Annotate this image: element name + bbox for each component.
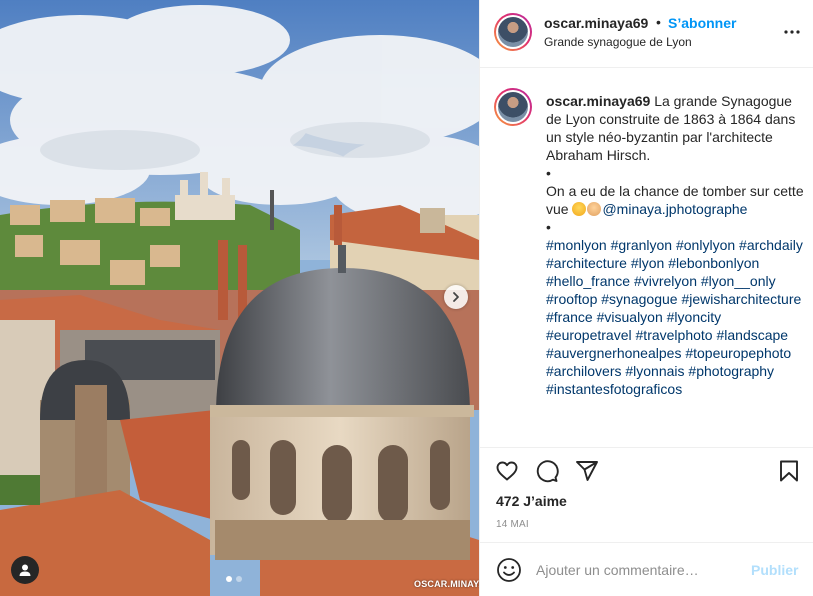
photo-watermark: OSCAR.MINAYA [414,579,479,589]
action-bar [480,458,813,488]
hashtag-link[interactable]: #auvergnerhonealpes [546,345,681,361]
publish-button[interactable]: Publier [751,562,798,578]
chevron-right-icon [453,292,459,302]
carousel-dot-active [226,576,232,582]
heart-icon [496,461,518,481]
hashtag-link[interactable]: #instantesfotograficos [546,381,682,397]
bookmark-icon [780,460,798,482]
hashtag-link[interactable]: #hello_france [546,273,630,289]
hashtag-link[interactable]: #lyon__only [701,273,776,289]
comment-icon [536,460,559,483]
hashtag-link[interactable]: #archdaily [739,237,803,253]
relieved-face-emoji-icon [572,202,587,216]
save-button[interactable] [776,458,802,484]
caption-username[interactable]: oscar.minaya69 [546,93,650,109]
hashtag-link[interactable]: #monlyon [546,237,607,253]
hashtag-link[interactable]: #architecture [546,255,627,271]
hashtag-link[interactable]: #jewisharchitecture [681,291,801,307]
carousel-next-button[interactable] [444,285,468,309]
paper-plane-icon [576,461,598,481]
post-caption: oscar.minaya69 La grande Synagogue de Ly… [546,92,808,398]
share-button[interactable] [574,458,600,484]
post-location[interactable]: Grande synagogue de Lyon [544,35,692,49]
hashtag-link[interactable]: #europetravel [546,327,632,343]
caption-section: oscar.minaya69 La grande Synagogue de Ly… [480,68,813,448]
post-date: 14 MAI [496,519,529,530]
hashtag-list: #monlyon #granlyon #onlylyon #archdaily … [546,236,808,398]
hashtag-link[interactable]: #synagogue [601,291,677,307]
hashtag-link[interactable]: #france [546,309,593,325]
post-photo[interactable]: OSCAR.MINAYA [0,0,479,596]
caption-bullet: • [546,219,551,235]
post-header: oscar.minaya69 • S’abonner Grande synago… [480,0,813,68]
caption-author-avatar[interactable] [494,88,532,126]
carousel-indicator [226,576,242,582]
hashtag-link[interactable]: #lyon [631,255,664,271]
hashtag-link[interactable]: #lyoncity [667,309,721,325]
woman-facepalming-emoji-icon [587,202,602,216]
author-username[interactable]: oscar.minaya69 [544,15,648,31]
hashtag-link[interactable]: #granlyon [611,237,673,253]
lyon-synagogue-photo [0,0,479,596]
author-avatar[interactable] [494,13,532,51]
hashtag-link[interactable]: #travelphoto [636,327,713,343]
post-side-panel: oscar.minaya69 • S’abonner Grande synago… [479,0,813,596]
user-icon [19,564,31,576]
follow-button[interactable]: S’abonner [668,15,736,31]
mention-link[interactable]: @minaya.jphotographe [602,201,747,217]
tagged-users-button[interactable] [11,556,39,584]
hashtag-link[interactable]: #lebonbonlyon [668,255,759,271]
more-horizontal-icon [784,30,800,34]
emoji-picker-button[interactable] [496,557,522,583]
hashtag-link[interactable]: #landscape [716,327,788,343]
caption-bullet: • [546,165,551,181]
like-button[interactable] [494,458,520,484]
comment-form: Publier [480,542,813,596]
hashtag-link[interactable]: #onlylyon [676,237,735,253]
like-count[interactable]: 472 J’aime [496,493,567,509]
hashtag-link[interactable]: #rooftop [546,291,597,307]
hashtag-link[interactable]: #vivrelyon [634,273,697,289]
hashtag-link[interactable]: #lyonnais [625,363,684,379]
smiley-icon [497,558,521,582]
more-options-button[interactable] [780,22,804,42]
carousel-dot [236,576,242,582]
hashtag-link[interactable]: #topeuropephoto [685,345,791,361]
hashtag-link[interactable]: #archilovers [546,363,621,379]
comment-button[interactable] [534,458,560,484]
separator-dot: • [656,14,661,30]
hashtag-link[interactable]: #visualyon [597,309,663,325]
comment-input[interactable] [536,557,736,583]
hashtag-link[interactable]: #photography [688,363,774,379]
